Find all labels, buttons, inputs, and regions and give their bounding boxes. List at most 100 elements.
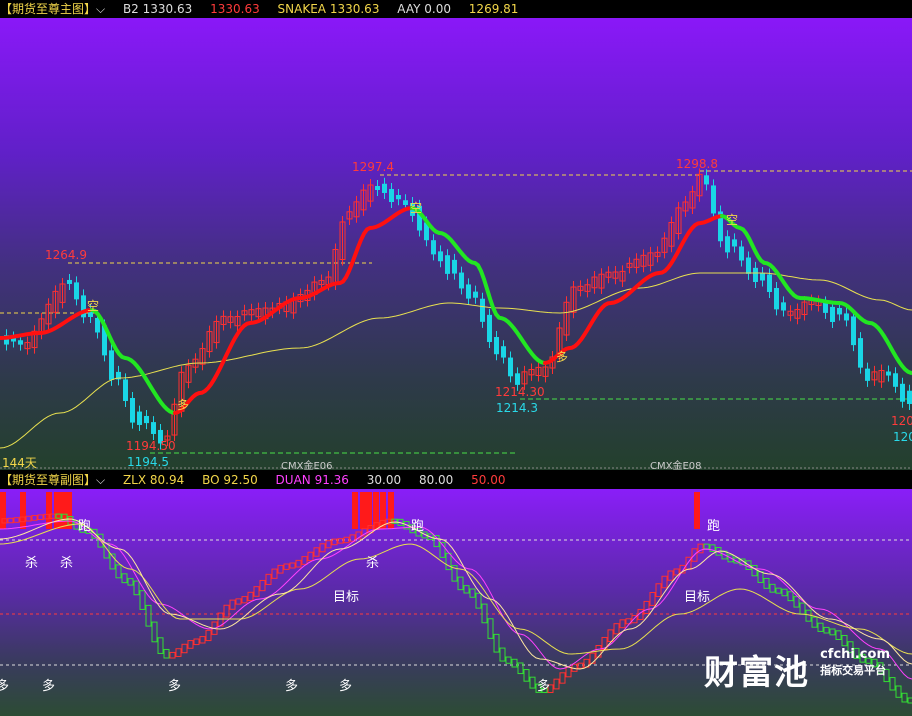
osc-bar — [667, 570, 674, 581]
signal-kong-3: 空 — [726, 213, 739, 227]
osc-bar — [247, 591, 254, 602]
osc-bar — [901, 692, 908, 703]
snake-line — [410, 206, 546, 365]
candle — [725, 236, 730, 253]
osc-bar — [661, 575, 668, 589]
candle — [893, 373, 898, 387]
zlx-value: ZLX 80.94 — [122, 473, 185, 487]
signal-bar — [20, 492, 26, 529]
osc-bar — [817, 622, 824, 632]
osc-bar — [751, 564, 758, 577]
osc-bar — [199, 636, 206, 644]
osc-bar — [505, 656, 512, 664]
chevron-down-icon[interactable]: ⌵ — [96, 471, 105, 489]
signal-mubiao-2: 目标 — [684, 590, 711, 605]
osc-bar — [823, 626, 830, 634]
osc-bar — [265, 573, 272, 585]
signal-mubiao-1: 目标 — [333, 590, 360, 605]
days-label: 144天 — [2, 456, 37, 470]
osc-bar — [283, 563, 290, 570]
candle — [480, 298, 485, 322]
snakea-value: SNAKEA 1330.63 — [277, 2, 380, 16]
candle — [711, 185, 716, 214]
signal-duo-c: 多 — [168, 679, 182, 694]
chevron-down-icon[interactable]: ⌵ — [96, 0, 105, 18]
osc-bar — [649, 592, 656, 606]
candle — [732, 239, 737, 247]
osc-bar — [769, 583, 776, 593]
sub-indicator-title[interactable]: 【期货至尊副图】 — [0, 471, 96, 489]
osc-bar — [145, 604, 152, 627]
osc-bar — [787, 591, 794, 602]
osc-bar — [613, 623, 620, 635]
signal-pao-2: 跑 — [411, 519, 425, 534]
signal-bar — [694, 492, 700, 529]
osc-bar — [775, 587, 782, 594]
aay-value: AAY 0.00 — [397, 2, 451, 16]
osc-bar — [829, 628, 836, 636]
osc-bar — [799, 602, 806, 615]
osc-bar — [781, 588, 788, 597]
candle — [109, 350, 114, 380]
osc-bar — [307, 551, 314, 562]
signal-kong-1: 空 — [87, 299, 100, 313]
snake-line — [720, 214, 912, 375]
candle — [746, 257, 751, 274]
osc-bar — [115, 564, 122, 579]
candle — [508, 357, 513, 377]
osc-bar — [493, 633, 500, 653]
osc-bar — [643, 600, 650, 614]
candle — [452, 259, 457, 274]
b2-value: B2 1330.63 — [122, 2, 193, 16]
signal-duo-d: 多 — [285, 679, 299, 694]
osc-bar — [481, 603, 488, 624]
osc-bar — [607, 629, 614, 642]
low-label-1: 1194.5 — [127, 455, 169, 469]
osc-bar — [187, 640, 194, 649]
contract-label-1: CMX金E06 — [281, 461, 333, 470]
osc-bar — [445, 552, 452, 571]
osc-bar — [655, 583, 662, 598]
peak-label-3: 1298.8 — [676, 157, 718, 171]
level-80: 80.00 — [418, 473, 454, 487]
osc-bar — [271, 568, 278, 579]
bo-value: BO 92.50 — [202, 473, 258, 487]
osc-bar — [241, 596, 248, 604]
candle — [396, 195, 401, 200]
osc-bar — [133, 580, 140, 596]
osc-bar — [313, 547, 320, 557]
signal-kong-2: 空 — [410, 201, 423, 215]
candle — [865, 368, 870, 381]
candle — [431, 240, 436, 255]
candle — [774, 288, 779, 310]
candle — [459, 272, 464, 289]
osc-bar — [907, 697, 912, 704]
candle — [403, 200, 408, 205]
contract-label-2: CMX金E08 — [650, 461, 702, 470]
level-30: 30.00 — [366, 473, 402, 487]
osc-bar — [277, 564, 284, 574]
signal-bar — [60, 492, 66, 529]
low-label-3-red: 120 — [891, 414, 912, 428]
signal-bar — [366, 492, 372, 529]
osc-bar — [157, 637, 164, 654]
osc-bar — [289, 562, 296, 569]
osc-bar — [895, 685, 902, 698]
last-value: 1269.81 — [468, 2, 519, 16]
signal-pao-1: 跑 — [78, 519, 92, 534]
signal-sha-1: 杀 — [25, 556, 39, 571]
sub-chart-panel[interactable]: 跑 跑 跑 杀 杀 杀 目标 目标 多 多 多 多 多 多 财富池 cfchi.… — [0, 489, 912, 716]
sub-chart-header: 【期货至尊副图】⌵ ZLX 80.94 BO 92.50 DUAN 91.36 … — [0, 471, 912, 489]
candle — [494, 337, 499, 355]
osc-bar — [127, 578, 134, 586]
osc-bar — [529, 676, 536, 689]
main-chart-panel[interactable]: 1264.9 1297.4 1298.8 1194.50 1194.5 1214… — [0, 18, 912, 470]
main-indicator-title[interactable]: 【期货至尊主图】 — [0, 0, 96, 18]
candle — [438, 251, 443, 262]
osc-bar — [559, 672, 566, 684]
osc-bar — [475, 592, 482, 609]
signal-bar — [66, 492, 72, 529]
osc-bar — [703, 543, 710, 550]
osc-bar — [673, 568, 680, 576]
candle — [739, 246, 744, 261]
